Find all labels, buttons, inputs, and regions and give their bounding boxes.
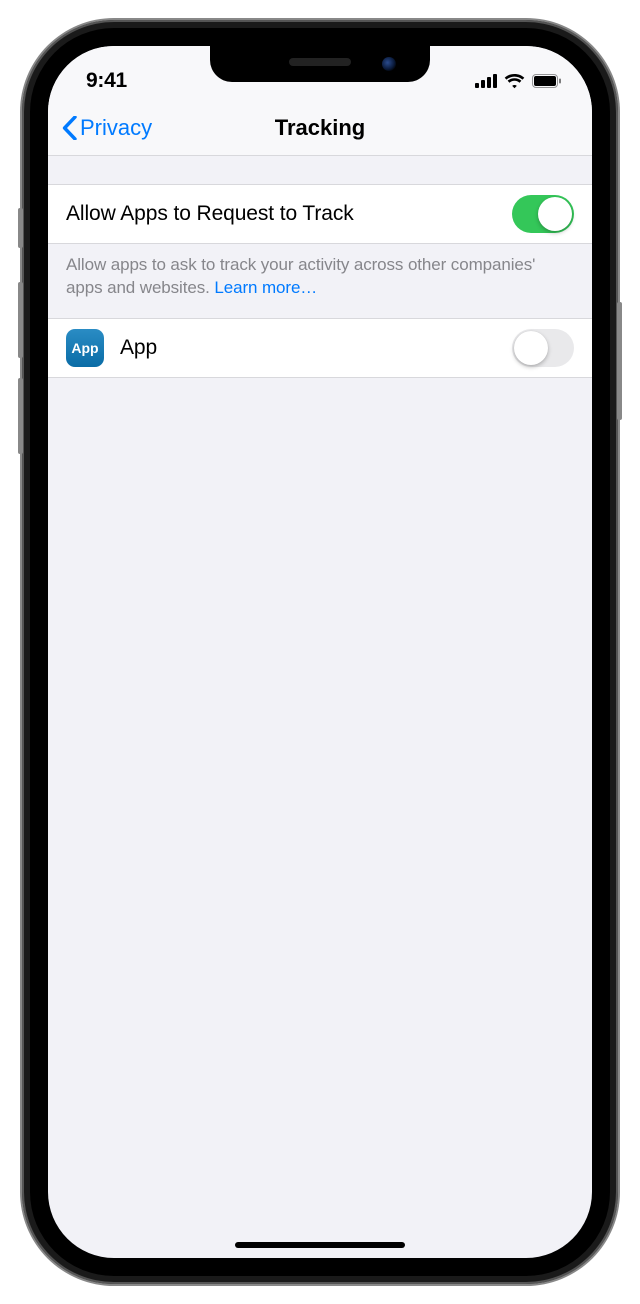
back-button[interactable]: Privacy xyxy=(62,115,152,141)
nav-bar: Privacy Tracking xyxy=(48,100,592,156)
status-icons xyxy=(475,74,562,89)
allow-tracking-row: Allow Apps to Request to Track xyxy=(48,184,592,244)
speaker-grille xyxy=(289,58,351,66)
chevron-left-icon xyxy=(62,116,77,140)
wifi-icon xyxy=(504,74,525,89)
footer-description: Allow apps to ask to track your activity… xyxy=(48,244,592,318)
app-name-label: App xyxy=(120,336,512,360)
app-tracking-row: App App xyxy=(48,318,592,378)
cellular-icon xyxy=(475,74,497,88)
content: Allow Apps to Request to Track Allow app… xyxy=(48,156,592,378)
phone-frame: 9:41 Privacy Tracking Allow Apps to Requ… xyxy=(22,20,618,1284)
volume-up-button xyxy=(18,282,23,358)
front-camera xyxy=(382,57,396,71)
home-indicator[interactable] xyxy=(235,1242,405,1248)
page-title: Tracking xyxy=(275,115,365,141)
learn-more-link[interactable]: Learn more… xyxy=(214,278,317,297)
battery-icon xyxy=(532,74,562,88)
notch xyxy=(210,46,430,82)
app-icon: App xyxy=(66,329,104,367)
power-button xyxy=(617,302,622,420)
mute-switch xyxy=(18,208,23,248)
back-label: Privacy xyxy=(80,115,152,141)
volume-down-button xyxy=(18,378,23,454)
status-time: 9:41 xyxy=(86,69,127,93)
screen: 9:41 Privacy Tracking Allow Apps to Requ… xyxy=(48,46,592,1258)
allow-tracking-label: Allow Apps to Request to Track xyxy=(66,202,512,226)
allow-tracking-toggle[interactable] xyxy=(512,195,574,233)
app-tracking-toggle[interactable] xyxy=(512,329,574,367)
